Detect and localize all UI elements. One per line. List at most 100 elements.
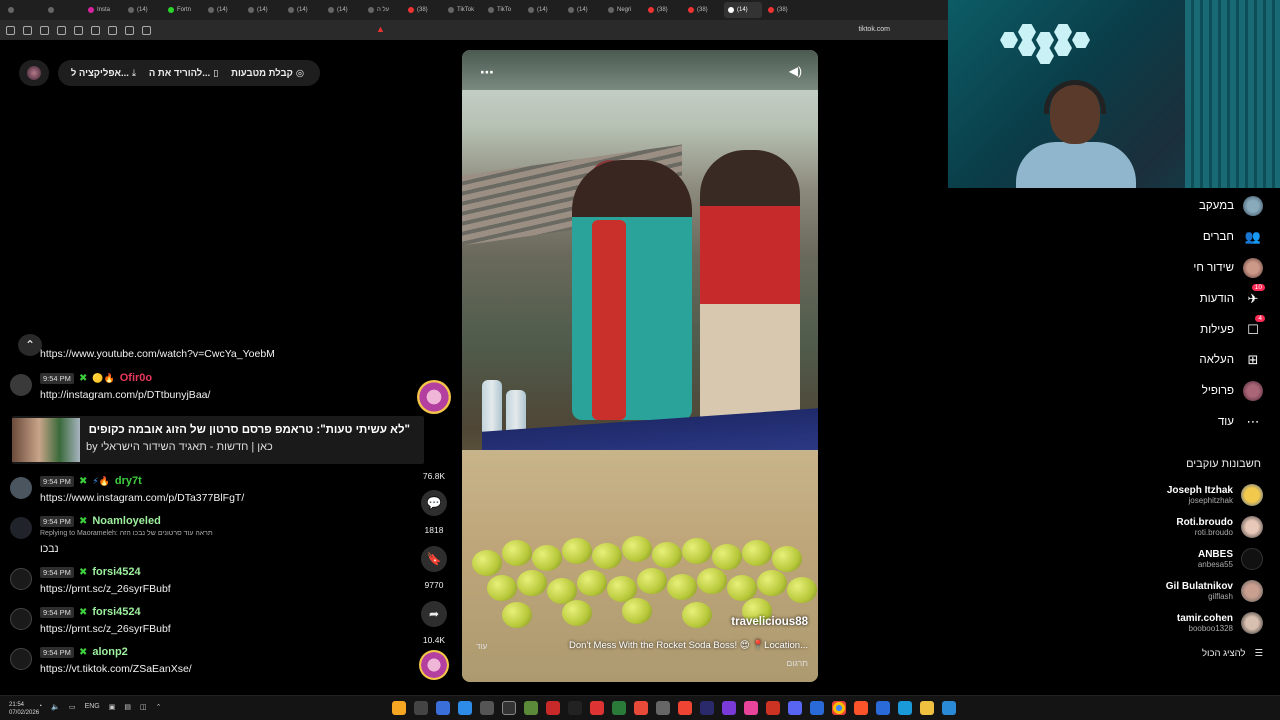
new-tab-button[interactable] bbox=[804, 2, 842, 18]
bookmark-icon[interactable] bbox=[57, 25, 66, 35]
app-icon[interactable]: ▤ bbox=[124, 703, 131, 711]
account-item[interactable]: Roti.broudo roti.broudo bbox=[1176, 516, 1263, 538]
get-coins-button[interactable]: קבלת מטבעות ◎ bbox=[231, 68, 307, 79]
premiere-icon[interactable] bbox=[700, 701, 714, 715]
browser-tab[interactable]: (38) bbox=[684, 2, 722, 18]
video-author[interactable]: travelicious88 bbox=[731, 616, 808, 628]
app-icon[interactable] bbox=[458, 701, 472, 715]
app-icon[interactable] bbox=[568, 701, 582, 715]
app-icon[interactable] bbox=[678, 701, 692, 715]
app-icon[interactable] bbox=[942, 701, 956, 715]
sidebar-icon[interactable] bbox=[74, 25, 83, 35]
app-icon[interactable] bbox=[612, 701, 626, 715]
nav-more[interactable]: ⋯ עוד bbox=[1218, 412, 1263, 432]
profile-button[interactable] bbox=[19, 60, 49, 86]
browser-tab-active[interactable]: (14) bbox=[724, 2, 762, 18]
creator-avatar[interactable] bbox=[416, 380, 452, 414]
brave-shield-icon[interactable]: ▲ bbox=[376, 24, 385, 34]
nav-live[interactable]: שידור חי bbox=[1193, 258, 1263, 278]
app-icon[interactable] bbox=[414, 701, 428, 715]
system-clock[interactable]: 21:54 07/02/2026 bbox=[9, 701, 39, 717]
chat-link[interactable]: https://vt.tiktok.com/ZSaEanXse/ bbox=[40, 663, 192, 675]
browser-tab[interactable]: Fortn bbox=[164, 2, 202, 18]
account-item[interactable]: ANBES anbesa55 bbox=[1198, 548, 1263, 570]
browser-tab[interactable]: TikTo bbox=[484, 2, 522, 18]
language-indicator[interactable]: ENG bbox=[85, 703, 100, 711]
settings-icon[interactable] bbox=[656, 701, 670, 715]
account-item[interactable]: Joseph Itzhak josephitzhak bbox=[1167, 484, 1263, 506]
shield-icon[interactable] bbox=[23, 25, 32, 35]
app-icon[interactable] bbox=[766, 701, 780, 715]
volume-icon[interactable]: 🔈 bbox=[51, 703, 60, 711]
folder-icon[interactable] bbox=[920, 701, 934, 715]
screenshot-icon[interactable] bbox=[125, 25, 134, 35]
settings-icon[interactable] bbox=[142, 25, 151, 35]
browser-tab[interactable]: (14) bbox=[524, 2, 562, 18]
youtube-card[interactable]: "לא עשיתי טעות": טראמפ פרסם סרטון של הזו… bbox=[12, 416, 424, 464]
browser-tab[interactable]: TikTok bbox=[444, 2, 482, 18]
menu-icon[interactable] bbox=[6, 25, 15, 35]
vlc-icon[interactable] bbox=[392, 701, 406, 715]
app-icon[interactable] bbox=[436, 701, 450, 715]
monitor-icon[interactable]: ▭ bbox=[69, 703, 76, 711]
wifi-icon[interactable]: ◔ bbox=[38, 703, 42, 711]
app-icon[interactable] bbox=[480, 701, 494, 715]
discord-icon[interactable] bbox=[788, 701, 802, 715]
app-icon[interactable]: ◫ bbox=[140, 703, 147, 711]
app-icon[interactable] bbox=[634, 701, 648, 715]
nav-messages[interactable]: ✈ 10 הודעות bbox=[1200, 284, 1265, 309]
show-all-button[interactable]: להציג הכול ☰ bbox=[1202, 648, 1263, 659]
browser-tab[interactable]: (14) bbox=[284, 2, 322, 18]
chat-link[interactable]: https://prnt.sc/z_26syrFBubf bbox=[40, 623, 171, 635]
chat-username[interactable]: alonp2 bbox=[92, 646, 127, 658]
browser-tab[interactable]: (14) bbox=[244, 2, 282, 18]
chat-username[interactable]: dry7t bbox=[115, 475, 142, 487]
nav-friends[interactable]: 👥 חברים bbox=[1203, 227, 1263, 247]
browser-tab[interactable] bbox=[44, 2, 82, 18]
browser-tab[interactable]: (38) bbox=[404, 2, 442, 18]
chat-scroll-up-button[interactable]: ⌃ bbox=[18, 334, 42, 356]
nav-following[interactable]: במעקב bbox=[1199, 196, 1263, 216]
more-button[interactable]: עוד bbox=[476, 642, 487, 651]
chat-username[interactable]: forsi4524 bbox=[92, 606, 140, 618]
chevron-up-icon[interactable]: ⌃ bbox=[156, 703, 162, 711]
edge-icon[interactable] bbox=[898, 701, 912, 715]
app-icon[interactable] bbox=[722, 701, 736, 715]
app-icon[interactable] bbox=[546, 701, 560, 715]
browser-tab[interactable]: Negri bbox=[604, 2, 642, 18]
brave-icon[interactable] bbox=[854, 701, 868, 715]
nav-profile[interactable]: פרופיל bbox=[1202, 381, 1263, 401]
save-button[interactable]: 🔖 bbox=[416, 546, 452, 572]
chat-username[interactable]: Ofir0o bbox=[120, 372, 152, 384]
browser-tab[interactable]: (14) bbox=[324, 2, 362, 18]
nav-activity[interactable]: ☐ 4 פעילות bbox=[1200, 315, 1265, 340]
more-options-icon[interactable]: ⋯ bbox=[480, 64, 494, 81]
app-icon[interactable] bbox=[524, 701, 538, 715]
app-icon[interactable]: ▣ bbox=[109, 703, 116, 711]
app-icon[interactable] bbox=[590, 701, 604, 715]
browser-tab[interactable]: (14) bbox=[124, 2, 162, 18]
browser-tab[interactable]: על ה bbox=[364, 2, 402, 18]
download-icon[interactable] bbox=[108, 25, 117, 35]
comment-button[interactable]: 💬 bbox=[416, 490, 452, 516]
chat-link[interactable]: https://www.instagram.com/p/DTa377BlFgT/ bbox=[40, 492, 244, 504]
browser-tab[interactable]: (14) bbox=[204, 2, 242, 18]
download-button[interactable]: להוריד את ה... ▯ bbox=[149, 68, 222, 79]
chrome-icon[interactable] bbox=[832, 701, 846, 715]
download-app-button[interactable]: אפליקציה ל... ⤓ bbox=[71, 68, 139, 79]
chat-link[interactable]: https://prnt.sc/z_26syrFBubf bbox=[40, 583, 171, 595]
obs-icon[interactable] bbox=[502, 701, 516, 715]
browser-tab[interactable]: Insta bbox=[84, 2, 122, 18]
share-button[interactable]: ➦ bbox=[416, 601, 452, 627]
nav-upload[interactable]: ⊞ העלאה bbox=[1199, 350, 1263, 370]
chat-username[interactable]: forsi4524 bbox=[92, 566, 140, 578]
browser-tab[interactable]: (38) bbox=[644, 2, 682, 18]
account-item[interactable]: Gil Bulatnikov gilflash bbox=[1166, 580, 1263, 602]
browser-tab[interactable] bbox=[4, 2, 42, 18]
extension-icon[interactable] bbox=[40, 25, 49, 35]
chat-link[interactable]: https://www.youtube.com/watch?v=CwcYa_Yo… bbox=[40, 348, 275, 360]
video-player[interactable]: ⋯ ◀) travelicious88 Don't Mess With the … bbox=[462, 50, 818, 682]
address-bar[interactable]: tiktok.com bbox=[858, 26, 890, 33]
translate-button[interactable]: תרגום bbox=[786, 658, 808, 668]
browser-tab[interactable]: (14) bbox=[564, 2, 602, 18]
